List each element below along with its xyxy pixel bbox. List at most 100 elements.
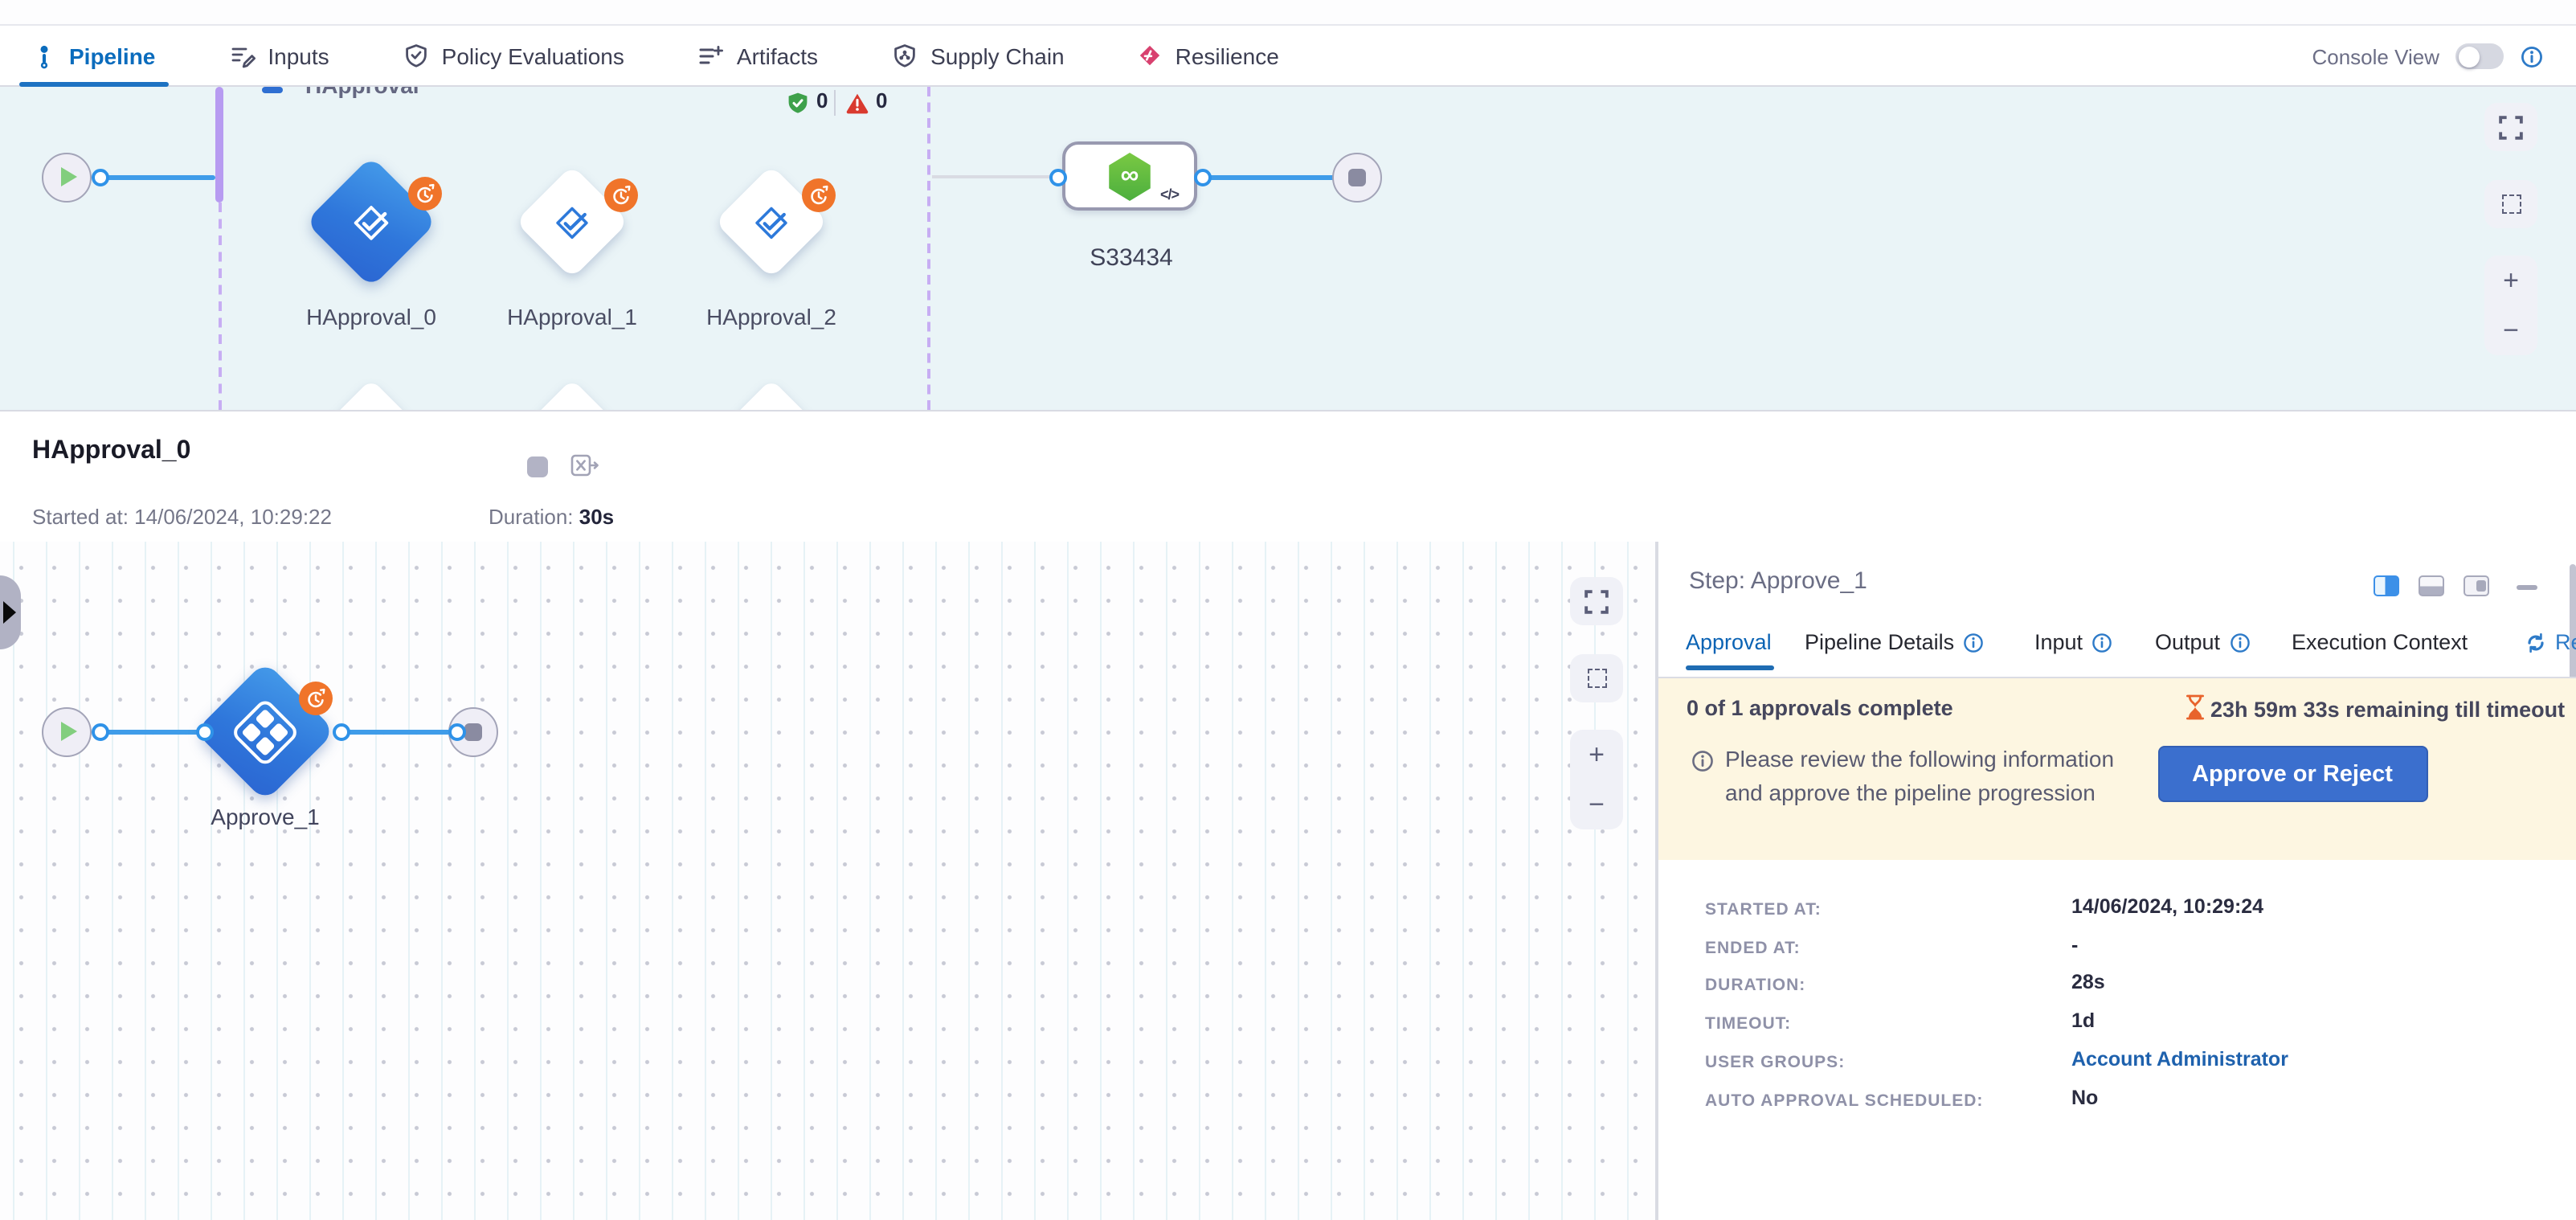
stage-name: HApproval xyxy=(305,87,419,98)
detail-label: TIMEOUT: xyxy=(1705,1014,1791,1034)
play-icon xyxy=(60,167,76,186)
detail-label: DURATION: xyxy=(1705,976,1805,996)
marquee-icon xyxy=(2501,194,2521,214)
fit-to-screen-button[interactable] xyxy=(1570,577,1623,625)
step-node-partial[interactable] xyxy=(526,379,617,410)
marquee-select-button[interactable] xyxy=(2484,180,2537,228)
pipeline-start-node[interactable] xyxy=(41,152,91,202)
zoom-controls: + − xyxy=(2484,256,2537,355)
edge xyxy=(100,729,204,734)
panel-tab-execution-context[interactable]: Execution Context xyxy=(2292,630,2468,654)
layout-right-view-button[interactable] xyxy=(2374,575,2399,596)
layout-bottom-view-button[interactable] xyxy=(2419,575,2444,596)
duration-label: Duration: xyxy=(489,505,579,529)
inputs-icon xyxy=(229,43,255,68)
play-icon xyxy=(60,722,76,741)
detail-value: 28s xyxy=(2071,972,2105,994)
timeout-clock-badge xyxy=(603,178,637,211)
mark-failed-button[interactable] xyxy=(570,453,599,479)
chevron-right-icon xyxy=(3,601,16,624)
connector-port xyxy=(1049,168,1066,186)
step-execution-graph: Approve_1 + − xyxy=(0,542,1655,1220)
marquee-icon xyxy=(1587,669,1606,688)
tab-label: Supply Chain xyxy=(930,43,1065,68)
resilience-chaos-icon xyxy=(1139,43,1163,68)
layout-floating-view-button[interactable] xyxy=(2464,575,2489,596)
stage-collapse-button[interactable] xyxy=(262,87,283,92)
detail-label: AUTO APPROVAL SCHEDULED: xyxy=(1705,1091,1983,1110)
tab-label: Resilience xyxy=(1176,43,1279,68)
pipeline-end-node[interactable] xyxy=(1331,152,1381,202)
step-node-partial[interactable] xyxy=(325,379,416,410)
tab-pipeline[interactable]: Pipeline xyxy=(32,26,155,85)
step-label: S33434 xyxy=(1035,244,1228,272)
approve-or-reject-button[interactable]: Approve or Reject xyxy=(2157,746,2427,802)
detail-label: STARTED AT: xyxy=(1705,900,1822,919)
panel-tab-approval[interactable]: Approval xyxy=(1686,630,1772,654)
step-graph-start-node[interactable] xyxy=(41,706,91,756)
message-line: Please review the following information xyxy=(1725,743,2114,776)
marquee-select-button[interactable] xyxy=(1570,654,1623,702)
badge-divider xyxy=(834,90,836,116)
stop-icon xyxy=(1347,168,1365,186)
panel-tab-input[interactable]: Input xyxy=(2034,630,2113,654)
tab-label: Output xyxy=(2155,630,2220,654)
abort-step-button[interactable] xyxy=(527,456,548,477)
shield-check-icon xyxy=(403,43,429,68)
tab-resilience[interactable]: Resilience xyxy=(1139,26,1279,85)
tab-inputs[interactable]: Inputs xyxy=(229,26,329,85)
stage-failed-badge-icon xyxy=(845,92,869,116)
panel-tab-pipeline-details[interactable]: Pipeline Details xyxy=(1805,630,1985,654)
console-view-toggle[interactable] xyxy=(2455,43,2504,69)
edge xyxy=(931,174,1055,178)
matrix-boundary-dashed-right xyxy=(927,87,930,410)
info-icon xyxy=(1690,749,1714,773)
step-node-partial[interactable] xyxy=(726,379,816,410)
step-node-happroval-0[interactable] xyxy=(305,156,437,288)
timeout-clock-badge xyxy=(407,176,441,210)
refresh-icon xyxy=(2525,631,2547,653)
refresh-button[interactable]: Refresh xyxy=(2525,630,2576,654)
tab-artifacts[interactable]: Artifacts xyxy=(698,26,818,85)
supply-chain-shield-icon xyxy=(892,43,918,68)
info-icon[interactable] xyxy=(2228,631,2251,653)
detail-value: - xyxy=(2071,933,2078,956)
approval-message: Please review the following information … xyxy=(1725,743,2114,810)
tab-label: Artifacts xyxy=(737,43,818,68)
fit-to-screen-button[interactable] xyxy=(2484,103,2537,151)
minimize-panel-button[interactable] xyxy=(2517,585,2537,590)
summary-duration: Duration: 30s xyxy=(489,505,614,529)
panel-scrollbar[interactable] xyxy=(2570,564,2575,680)
execution-tab-bar: Pipeline Inputs Policy Evaluations Artif… xyxy=(0,26,2576,87)
panel-tab-output[interactable]: Output xyxy=(2155,630,2251,654)
timeout-remaining: 23h 59m 33s remaining till timeout xyxy=(2210,698,2565,722)
zoom-out-button[interactable]: − xyxy=(2484,305,2537,355)
zoom-out-button[interactable]: − xyxy=(1570,780,1623,829)
step-label: Approve_1 xyxy=(169,804,362,829)
active-tab-underline xyxy=(1686,665,1774,670)
code-badge: </> xyxy=(1160,186,1179,203)
zoom-in-button[interactable]: + xyxy=(2484,256,2537,305)
expand-left-panel-handle[interactable] xyxy=(0,575,21,649)
window-top-strip xyxy=(0,0,2576,26)
zoom-in-button[interactable]: + xyxy=(1570,730,1623,780)
step-details-panel: Step: Approve_1 Approval Pipeline Detail… xyxy=(1658,542,2576,1220)
info-icon[interactable] xyxy=(2520,44,2544,68)
tab-label: Execution Context xyxy=(2292,630,2468,654)
connector-port xyxy=(1193,168,1211,186)
approval-progress: 0 of 1 approvals complete xyxy=(1687,696,1953,720)
approval-check-icon xyxy=(350,200,393,244)
user-groups-link[interactable]: Account Administrator xyxy=(2071,1048,2288,1071)
edge xyxy=(341,729,456,734)
detail-label: USER GROUPS: xyxy=(1705,1053,1845,1072)
connector-port xyxy=(195,723,213,740)
tab-policy-evaluations[interactable]: Policy Evaluations xyxy=(403,26,624,85)
tab-supply-chain[interactable]: Supply Chain xyxy=(892,26,1065,85)
stage-success-count: 0 xyxy=(816,88,828,113)
tab-label: Pipeline xyxy=(69,43,155,68)
tab-label: Approval xyxy=(1686,630,1772,654)
info-icon[interactable] xyxy=(1962,631,1985,653)
info-icon[interactable] xyxy=(2091,631,2113,653)
message-line: and approve the pipeline progression xyxy=(1725,776,2114,810)
panel-title: Step: Approve_1 xyxy=(1689,567,1867,595)
